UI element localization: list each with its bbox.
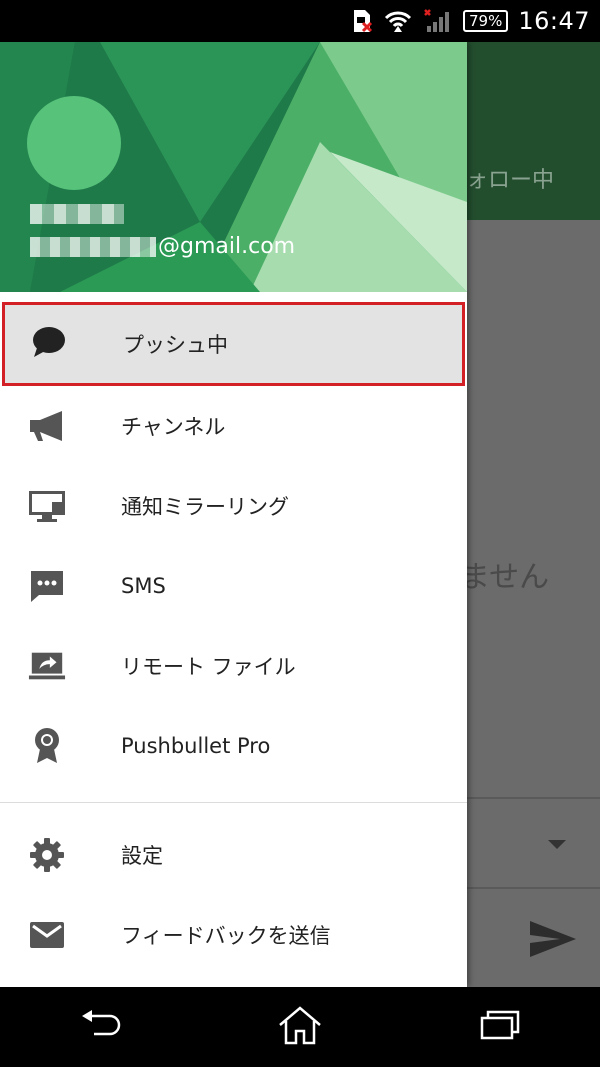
clock: 16:47 — [518, 7, 590, 35]
menu-item-send-feedback[interactable]: フィードバックを送信 — [0, 895, 467, 975]
wifi-icon — [383, 9, 413, 33]
sim-error-icon — [351, 9, 373, 33]
menu-item-settings[interactable]: 設定 — [0, 815, 467, 895]
mail-icon — [28, 917, 66, 953]
account-email: @gmail.com — [30, 234, 295, 259]
menu-item-notification-mirroring[interactable]: 通知ミラーリング — [0, 466, 467, 546]
back-button[interactable] — [70, 1002, 130, 1052]
gear-icon — [28, 837, 66, 873]
account-name-blurred — [30, 204, 124, 224]
email-local-part-blurred — [30, 236, 156, 257]
menu-item-pushbullet-pro[interactable]: Pushbullet Pro — [0, 706, 467, 786]
recent-apps-button[interactable] — [470, 1002, 530, 1052]
menu-item-label: SMS — [121, 574, 166, 598]
drawer-header: @gmail.com — [0, 42, 467, 292]
menu-item-remote-files[interactable]: リモート ファイル — [0, 626, 467, 706]
menu-item-label: リモート ファイル — [121, 655, 296, 679]
remote-file-icon — [28, 648, 66, 684]
menu-item-label: 設定 — [121, 844, 163, 868]
sms-icon — [28, 568, 66, 604]
recent-apps-icon — [478, 1008, 522, 1046]
battery-indicator: 79% — [462, 10, 509, 32]
menu-divider — [0, 802, 467, 803]
home-icon — [276, 1005, 324, 1049]
monitor-icon — [28, 488, 66, 524]
dropdown-arrow-icon — [548, 840, 566, 849]
send-icon — [528, 917, 578, 965]
status-bar: 79% 16:47 — [0, 0, 600, 42]
background-empty-message: ません — [460, 560, 550, 595]
background-tab-label: ォロー中 — [466, 168, 555, 193]
badge-icon — [28, 728, 66, 764]
menu-item-channels[interactable]: チャンネル — [0, 386, 467, 466]
megaphone-icon — [28, 408, 66, 444]
back-icon — [78, 1008, 122, 1046]
background-divider — [466, 887, 600, 889]
menu-item-label: Pushbullet Pro — [121, 734, 271, 758]
menu-item-label: 通知ミラーリング — [121, 495, 289, 519]
background-divider — [466, 797, 600, 799]
system-navigation-bar — [0, 987, 600, 1067]
avatar[interactable] — [27, 96, 121, 190]
chat-bubble-icon — [30, 324, 68, 360]
home-button[interactable] — [270, 1002, 330, 1052]
menu-item-label: プッシュ中 — [123, 333, 228, 357]
navigation-drawer: @gmail.com プッシュ中 チャンネル 通知ミラーリング SMS リモート… — [0, 42, 467, 987]
menu-item-pushes[interactable]: プッシュ中 — [2, 302, 465, 386]
menu-item-label: チャンネル — [121, 415, 226, 439]
drawer-menu: プッシュ中 チャンネル 通知ミラーリング SMS リモート ファイル Pushb… — [0, 292, 467, 975]
menu-item-sms[interactable]: SMS — [0, 546, 467, 626]
signal-icon — [423, 8, 453, 34]
email-domain: @gmail.com — [158, 234, 296, 259]
menu-item-label: フィードバックを送信 — [121, 924, 331, 948]
